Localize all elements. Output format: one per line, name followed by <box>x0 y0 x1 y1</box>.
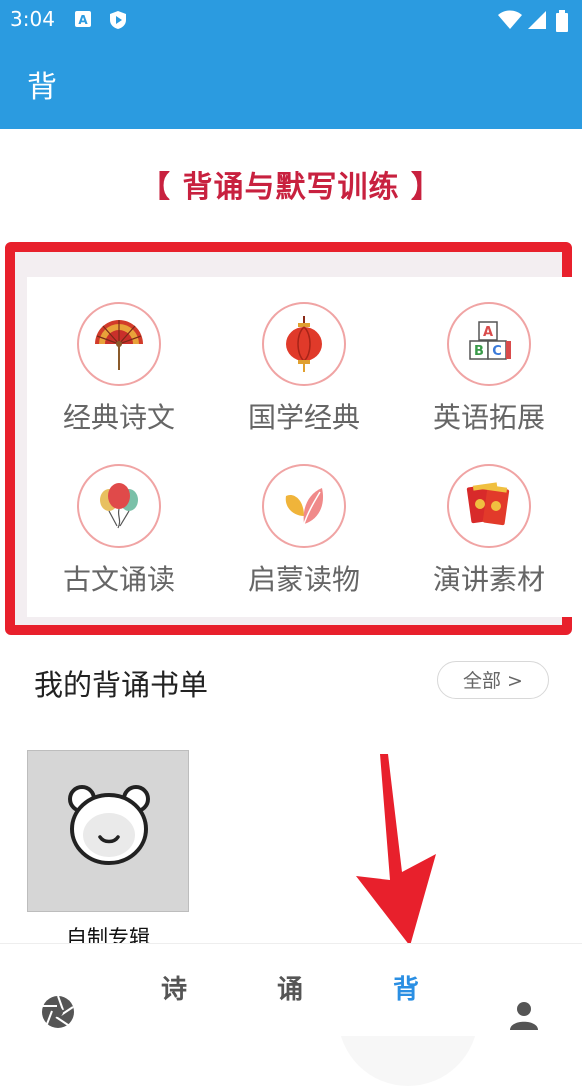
category-label: 演讲素材 <box>432 563 545 596</box>
album-card-custom[interactable] <box>27 750 189 912</box>
category-grid: 经典诗文 国学经典 A B C 英语拓展 古文诵读 启蒙读物 演讲素材 <box>27 277 581 617</box>
svg-text:B: B <box>474 344 484 359</box>
tab-shi[interactable]: 诗 <box>116 944 232 1036</box>
category-yingyu-tuozhan[interactable]: A B C 英语拓展 <box>397 302 581 436</box>
person-icon <box>509 976 539 1068</box>
abc-blocks-icon: A B C <box>447 302 531 386</box>
tab-discover[interactable] <box>0 944 116 1036</box>
category-label: 古文诵读 <box>62 563 175 596</box>
svg-text:A: A <box>78 13 88 27</box>
leaf-icon <box>262 464 346 548</box>
tab-label: 诗 <box>160 975 187 1005</box>
category-label: 启蒙读物 <box>247 563 360 596</box>
category-guoxue-jingdian[interactable]: 国学经典 <box>212 302 396 436</box>
category-label: 英语拓展 <box>432 401 545 434</box>
category-yanjiang-sucai[interactable]: 演讲素材 <box>397 464 581 598</box>
app-bar: 背 <box>0 40 582 129</box>
tab-label: 背 <box>392 975 419 1005</box>
notification-a-icon: A <box>74 10 92 32</box>
svg-text:A: A <box>483 325 493 340</box>
svg-text:C: C <box>492 344 502 359</box>
tab-song[interactable]: 诵 <box>232 944 348 1036</box>
bear-face-icon <box>64 779 154 873</box>
red-envelope-icon <box>447 464 531 548</box>
category-jingdian-shiwen[interactable]: 经典诗文 <box>27 302 211 436</box>
aperture-icon <box>41 975 75 1067</box>
view-all-button[interactable]: 全部 > <box>437 661 549 699</box>
category-guwen-songdu[interactable]: 古文诵读 <box>27 464 211 598</box>
status-time: 3:04 <box>10 7 55 31</box>
app-bar-title: 背 <box>27 70 57 105</box>
booklist-title: 我的背诵书单 <box>34 668 209 702</box>
status-bar: 3:04 A <box>0 0 582 40</box>
balloons-icon <box>77 464 161 548</box>
fan-icon <box>77 302 161 386</box>
tab-label: 诵 <box>276 975 303 1005</box>
category-label: 国学经典 <box>247 401 360 434</box>
annotation-arrow <box>350 752 440 951</box>
category-grid-highlight: 经典诗文 国学经典 A B C 英语拓展 古文诵读 启蒙读物 演讲素材 <box>5 242 581 635</box>
signal-icon <box>527 10 547 34</box>
bottom-nav: 诗 诵 背 <box>0 943 582 1036</box>
play-shield-icon <box>108 10 128 34</box>
tab-profile[interactable] <box>466 944 582 1036</box>
tab-bei[interactable]: 背 <box>348 944 464 1036</box>
category-label: 经典诗文 <box>62 401 175 434</box>
category-qimeng-duwu[interactable]: 启蒙读物 <box>212 464 396 598</box>
wifi-icon <box>498 10 522 34</box>
lantern-icon <box>262 302 346 386</box>
battery-icon <box>556 10 568 36</box>
page-headline: 【 背诵与默写训练 】 <box>140 170 442 205</box>
